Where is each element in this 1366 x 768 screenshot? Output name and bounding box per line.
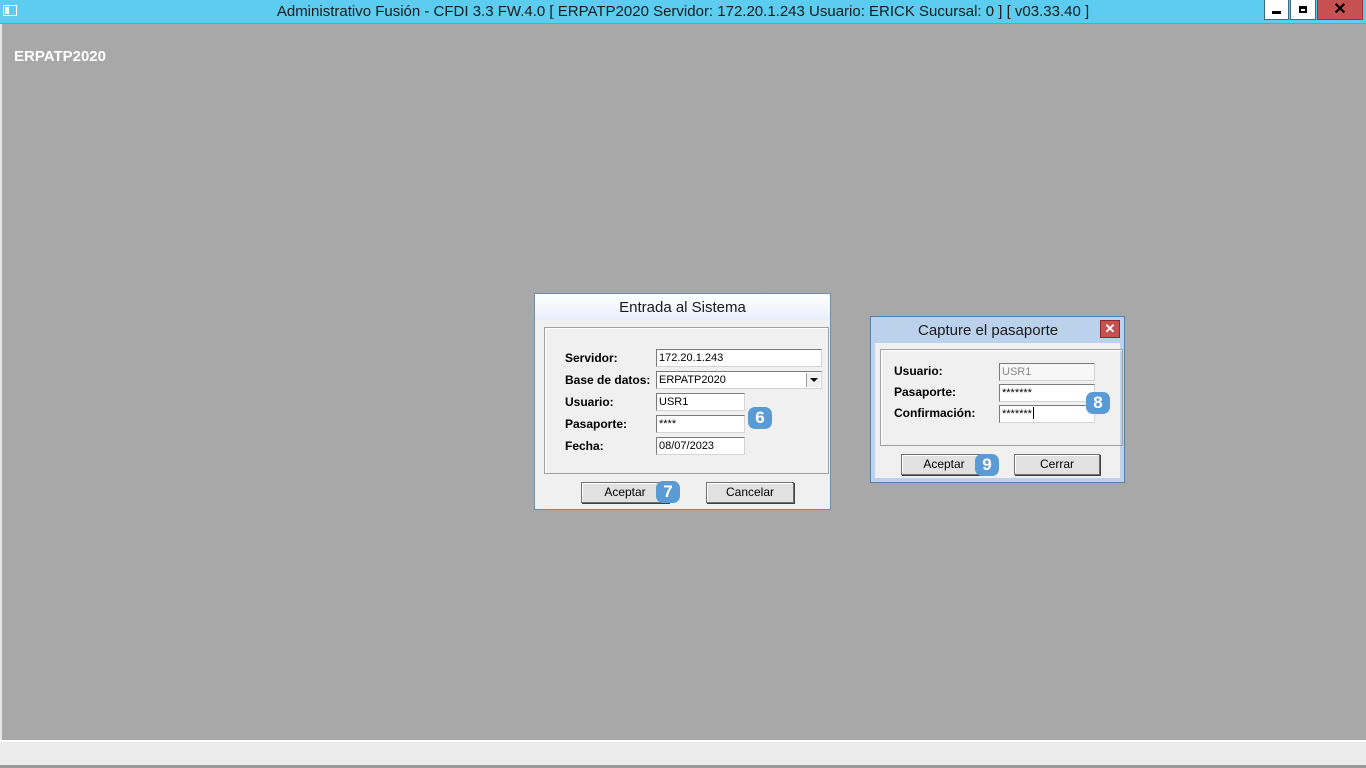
passport-confirm-value: ******* bbox=[1002, 408, 1032, 420]
passport-close-icon[interactable]: ✕ bbox=[1100, 320, 1120, 338]
step-badge-8: 8 bbox=[1086, 392, 1110, 414]
login-dialog: Entrada al Sistema Servidor: 172.20.1.24… bbox=[534, 293, 831, 510]
step-badge-9: 9 bbox=[975, 454, 999, 476]
restore-button[interactable] bbox=[1290, 0, 1316, 20]
fecha-field[interactable]: 08/07/2023 bbox=[656, 437, 745, 455]
passport-confirm-field[interactable]: ******* bbox=[999, 405, 1095, 423]
step-badge-7: 7 bbox=[656, 481, 680, 503]
usuario-label: Usuario: bbox=[565, 395, 614, 409]
passport-close-button[interactable]: Cerrar bbox=[1014, 454, 1100, 475]
pasaporte-field[interactable]: **** bbox=[656, 415, 745, 433]
passport-usuario-label: Usuario: bbox=[894, 364, 943, 378]
minimize-icon bbox=[1272, 11, 1281, 14]
chevron-down-icon[interactable] bbox=[806, 373, 820, 387]
window-title: Administrativo Fusión - CFDI 3.3 FW.4.0 … bbox=[276, 3, 1090, 20]
fecha-label: Fecha: bbox=[565, 439, 604, 453]
window-titlebar[interactable]: Administrativo Fusión - CFDI 3.3 FW.4.0 … bbox=[0, 0, 1366, 24]
status-bar bbox=[0, 740, 1366, 768]
passport-usuario-field: USR1 bbox=[999, 363, 1095, 381]
close-icon: ✕ bbox=[1333, 0, 1347, 18]
close-window-button[interactable]: ✕ bbox=[1317, 0, 1363, 20]
passport-dialog-body: Usuario: USR1 Pasaporte: ******* Confirm… bbox=[875, 343, 1123, 478]
step-badge-6: 6 bbox=[748, 407, 772, 429]
servidor-field[interactable]: 172.20.1.243 bbox=[656, 349, 822, 367]
passport-pasaporte-label: Pasaporte: bbox=[894, 385, 957, 399]
login-cancel-button[interactable]: Cancelar bbox=[706, 482, 794, 503]
passport-confirm-label: Confirmación: bbox=[894, 406, 976, 420]
base-datos-label: Base de datos: bbox=[565, 373, 651, 387]
base-datos-select[interactable]: ERPATP2020 bbox=[656, 371, 822, 389]
restore-icon bbox=[1299, 6, 1307, 13]
passport-pasaporte-field[interactable]: ******* bbox=[999, 384, 1095, 402]
passport-dialog: Capture el pasaporte ✕ Usuario: USR1 Pas… bbox=[870, 316, 1125, 483]
text-caret bbox=[1032, 407, 1034, 419]
usuario-field[interactable]: USR1 bbox=[656, 393, 745, 411]
servidor-label: Servidor: bbox=[565, 351, 618, 365]
desktop-company-title: ERPATP2020 bbox=[14, 48, 106, 65]
pasaporte-label: Pasaporte: bbox=[565, 417, 628, 431]
base-datos-value: ERPATP2020 bbox=[659, 374, 726, 386]
login-dialog-title: Entrada al Sistema bbox=[535, 294, 830, 320]
window-left-border bbox=[0, 24, 2, 740]
minimize-button[interactable] bbox=[1264, 0, 1289, 20]
passport-dialog-title: Capture el pasaporte bbox=[871, 317, 1124, 343]
